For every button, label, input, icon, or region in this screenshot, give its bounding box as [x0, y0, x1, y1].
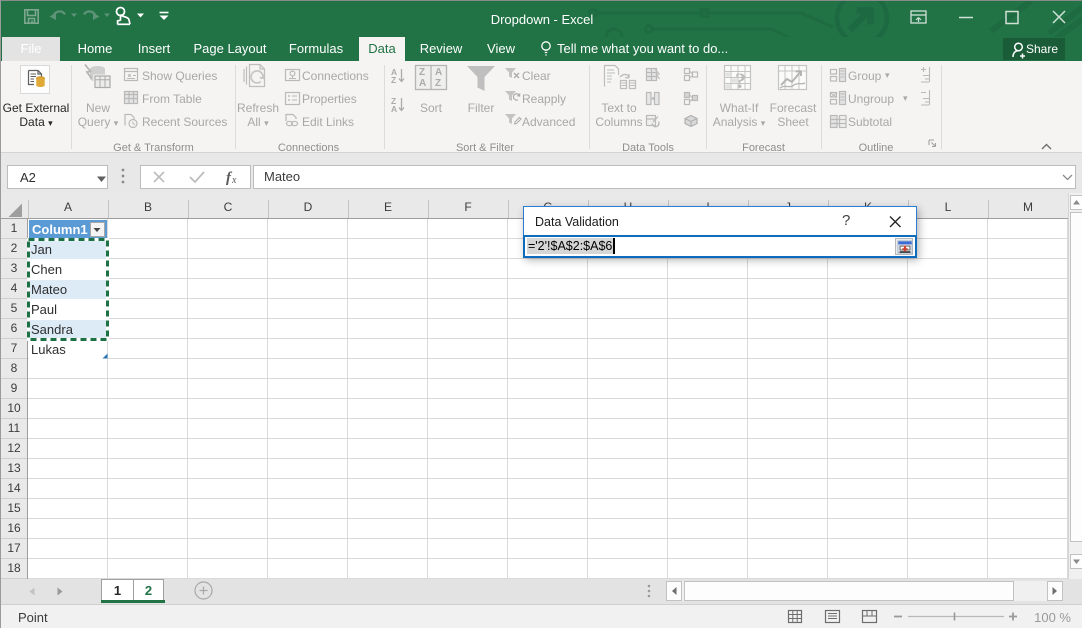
svg-text:Z: Z — [391, 75, 396, 85]
svg-text:x: x — [231, 175, 237, 186]
svg-text:?: ? — [735, 68, 746, 93]
svg-text:A: A — [419, 78, 426, 89]
svg-text:Z: Z — [419, 67, 425, 78]
svg-text:Z: Z — [435, 78, 441, 89]
svg-text:A: A — [391, 104, 397, 114]
svg-text:A: A — [435, 67, 442, 78]
